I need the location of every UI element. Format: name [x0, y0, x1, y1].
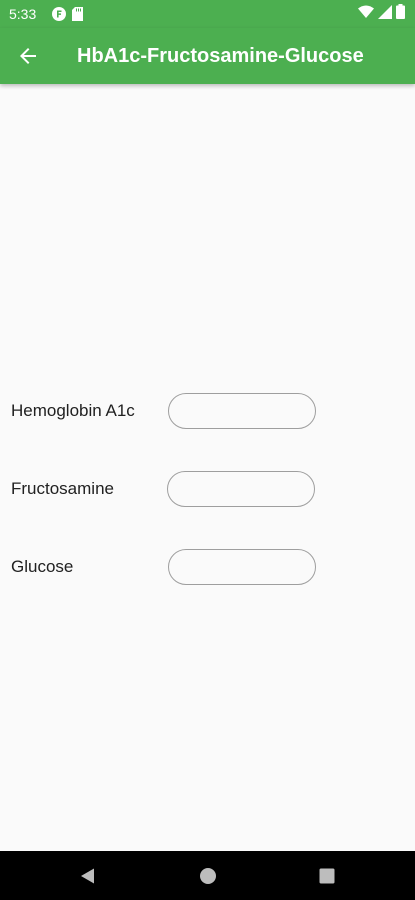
fructosamine-input[interactable]: [167, 471, 315, 507]
hemoglobin-a1c-label: Hemoglobin A1c: [11, 401, 135, 420]
nav-back-icon[interactable]: [79, 867, 97, 885]
app-bar: HbA1c-Fructosamine-Glucose: [0, 28, 415, 84]
form-row-hemoglobin-a1c: Hemoglobin A1c: [0, 393, 415, 429]
battery-icon: [396, 4, 405, 24]
wifi-icon: [358, 5, 374, 24]
status-time: 5:33: [9, 6, 37, 22]
form-row-fructosamine: Fructosamine: [0, 471, 415, 507]
sd-card-icon: [72, 7, 83, 21]
page-title: HbA1c-Fructosamine-Glucose: [77, 45, 364, 67]
hemoglobin-a1c-input[interactable]: [168, 393, 316, 429]
status-right-icons: [358, 4, 405, 24]
fructosamine-label: Fructosamine: [11, 479, 114, 498]
cell-signal-icon: [378, 4, 392, 24]
glucose-input[interactable]: [168, 549, 316, 585]
system-nav-bar: [0, 851, 415, 900]
arrow-back-icon[interactable]: [16, 44, 40, 68]
nav-recents-icon[interactable]: [318, 867, 336, 885]
form-row-glucose: Glucose: [0, 549, 415, 585]
notification-f-icon: [52, 7, 66, 21]
status-left-icons: [52, 7, 83, 21]
glucose-label: Glucose: [11, 557, 74, 576]
status-bar: 5:33: [0, 0, 415, 28]
nav-home-icon[interactable]: [199, 867, 217, 885]
